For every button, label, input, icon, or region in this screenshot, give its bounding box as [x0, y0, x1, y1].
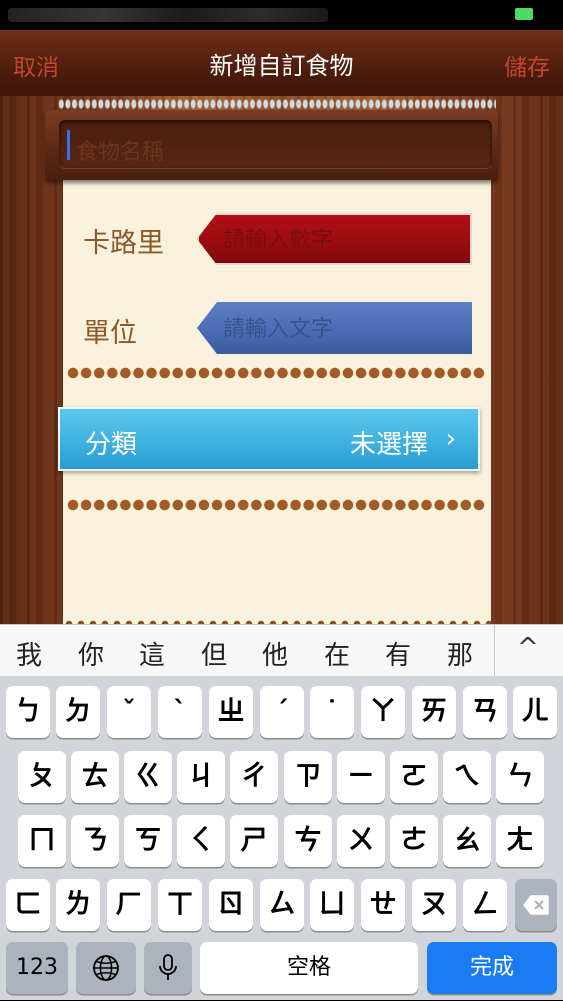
- candidate-item[interactable]: 他: [262, 635, 288, 672]
- candidate-item[interactable]: 我: [16, 635, 42, 672]
- key[interactable]: ㄌ: [56, 879, 100, 931]
- key[interactable]: ㄐ: [177, 751, 225, 803]
- calories-label: 卡路里: [83, 228, 164, 259]
- key[interactable]: ㄖ: [209, 879, 253, 931]
- key[interactable]: ㄟ: [443, 751, 491, 803]
- key[interactable]: ㄏ: [107, 879, 151, 931]
- status-bar-text-blurred: [8, 8, 328, 22]
- key[interactable]: ㄊ: [71, 751, 119, 803]
- key[interactable]: ㄉ: [56, 686, 100, 738]
- dotted-divider: [66, 366, 486, 380]
- key[interactable]: ㄗ: [284, 751, 332, 803]
- chevron-right-icon: ›: [445, 424, 456, 454]
- key[interactable]: ㄣ: [496, 751, 544, 803]
- key[interactable]: ㄑ: [177, 815, 225, 867]
- unit-input[interactable]: [221, 312, 465, 346]
- delete-button[interactable]: [515, 879, 557, 931]
- food-name-placeholder: 食物名稱: [76, 140, 165, 165]
- space-key[interactable]: 空格: [200, 942, 418, 994]
- key[interactable]: ˋ: [158, 686, 202, 738]
- dotted-divider: [66, 498, 486, 512]
- globe-key[interactable]: [76, 942, 136, 994]
- chevron-up-icon: ^: [517, 633, 539, 663]
- numbers-key[interactable]: 123: [6, 942, 68, 994]
- candidate-bar: 我 你 這 但 他 在 有 那 ^: [0, 624, 563, 677]
- spiral-binding: [58, 98, 496, 110]
- category-selector[interactable]: 分類 未選擇 ›: [58, 407, 480, 471]
- candidate-item[interactable]: 那: [447, 635, 473, 672]
- key[interactable]: ˇ: [107, 686, 151, 738]
- key[interactable]: ㄅ: [6, 686, 50, 738]
- calories-input[interactable]: [221, 223, 465, 257]
- key[interactable]: ㄓ: [209, 686, 253, 738]
- navigation-bar: 取消 新增自訂食物 儲存: [0, 30, 563, 97]
- key[interactable]: ㄙ: [260, 879, 304, 931]
- key[interactable]: ˙: [310, 686, 354, 738]
- key[interactable]: ㄨ: [337, 815, 385, 867]
- key[interactable]: ㄍ: [124, 751, 172, 803]
- candidate-item[interactable]: 這: [139, 635, 165, 672]
- key[interactable]: ㄛ: [390, 751, 438, 803]
- zhuyin-keyboard: ㄅ ㄉ ˇ ˋ ㄓ ˊ ˙ ㄚ ㄞ ㄢ ㄦ ㄆ ㄊ ㄍ ㄐ ㄔ ㄗ ㄧ ㄛ ㄟ …: [0, 676, 563, 1000]
- calories-field[interactable]: [197, 213, 472, 265]
- key[interactable]: ㄢ: [463, 686, 507, 738]
- key[interactable]: ㄆ: [18, 751, 66, 803]
- key[interactable]: ˊ: [260, 686, 304, 738]
- category-label: 分類: [85, 430, 138, 460]
- unit-field[interactable]: [197, 302, 472, 354]
- key[interactable]: ㄔ: [230, 751, 278, 803]
- key[interactable]: ㄩ: [310, 879, 354, 931]
- key[interactable]: ㄥ: [463, 879, 507, 931]
- page-title: 新增自訂食物: [209, 52, 354, 80]
- candidate-item[interactable]: 有: [385, 635, 411, 672]
- battery-icon: [515, 8, 533, 20]
- globe-icon: [93, 955, 119, 981]
- key[interactable]: ㄤ: [496, 815, 544, 867]
- candidate-item[interactable]: 但: [201, 635, 227, 672]
- expand-candidates-button[interactable]: ^: [494, 625, 563, 676]
- save-button[interactable]: 儲存: [504, 48, 550, 82]
- key[interactable]: ㄝ: [361, 879, 405, 931]
- key[interactable]: ㄧ: [337, 751, 385, 803]
- candidate-item[interactable]: 在: [324, 635, 350, 672]
- status-bar: [0, 0, 563, 30]
- key[interactable]: ㄞ: [412, 686, 456, 738]
- unit-label: 單位: [83, 318, 137, 349]
- key[interactable]: ㄦ: [513, 686, 557, 738]
- key[interactable]: ㄒ: [158, 879, 202, 931]
- paper-perforation: [63, 606, 491, 624]
- done-key[interactable]: 完成: [427, 942, 557, 994]
- category-value: 未選擇: [349, 430, 428, 460]
- key[interactable]: ㄋ: [71, 815, 119, 867]
- key[interactable]: ㄘ: [284, 815, 332, 867]
- candidate-item[interactable]: 你: [78, 635, 104, 672]
- key[interactable]: ㄚ: [361, 686, 405, 738]
- dictation-key[interactable]: [144, 942, 192, 994]
- key[interactable]: ㄎ: [124, 815, 172, 867]
- key[interactable]: ㄕ: [230, 815, 278, 867]
- microphone-icon: [159, 954, 177, 980]
- key[interactable]: ㄡ: [412, 879, 456, 931]
- text-cursor: [67, 130, 70, 160]
- backspace-icon: [523, 895, 549, 915]
- key[interactable]: ㄇ: [18, 815, 66, 867]
- key[interactable]: ㄜ: [390, 815, 438, 867]
- key[interactable]: ㄠ: [443, 815, 491, 867]
- key[interactable]: ㄈ: [6, 879, 50, 931]
